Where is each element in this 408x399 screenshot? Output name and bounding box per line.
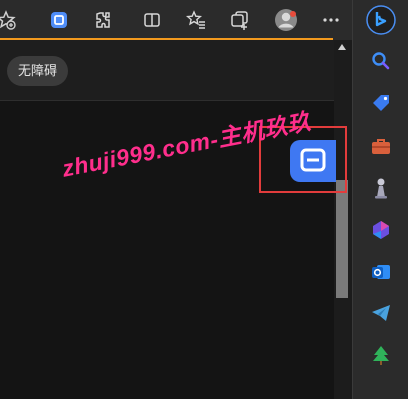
page-scrollbar[interactable]	[334, 40, 350, 399]
tools-icon[interactable]	[366, 131, 396, 161]
scroll-up-arrow-icon[interactable]	[338, 44, 346, 50]
favorites-icon[interactable]	[182, 6, 210, 34]
split-screen-icon[interactable]	[138, 6, 166, 34]
shopping-icon[interactable]	[366, 88, 396, 118]
read-aloud-icon[interactable]	[0, 6, 20, 34]
app-icon[interactable]	[45, 6, 73, 34]
games-icon[interactable]	[366, 173, 396, 203]
page-content: 无障碍	[0, 40, 334, 399]
edge-sidebar	[352, 0, 408, 399]
accessibility-button[interactable]: 无障碍	[7, 56, 69, 86]
profile-icon[interactable]	[272, 6, 300, 34]
collections-icon[interactable]	[226, 6, 254, 34]
telegram-icon[interactable]	[366, 298, 396, 328]
bing-copilot-icon[interactable]	[366, 5, 396, 35]
microsoft-365-icon[interactable]	[366, 215, 396, 245]
search-icon[interactable]	[366, 46, 396, 76]
page-header: 无障碍	[0, 40, 334, 101]
outlook-icon[interactable]	[366, 257, 396, 287]
settings-menu-icon[interactable]	[317, 6, 345, 34]
extensions-icon[interactable]	[89, 6, 117, 34]
browser-toolbar	[0, 0, 408, 40]
scroll-thumb[interactable]	[336, 180, 348, 298]
tree-icon[interactable]	[366, 340, 396, 370]
